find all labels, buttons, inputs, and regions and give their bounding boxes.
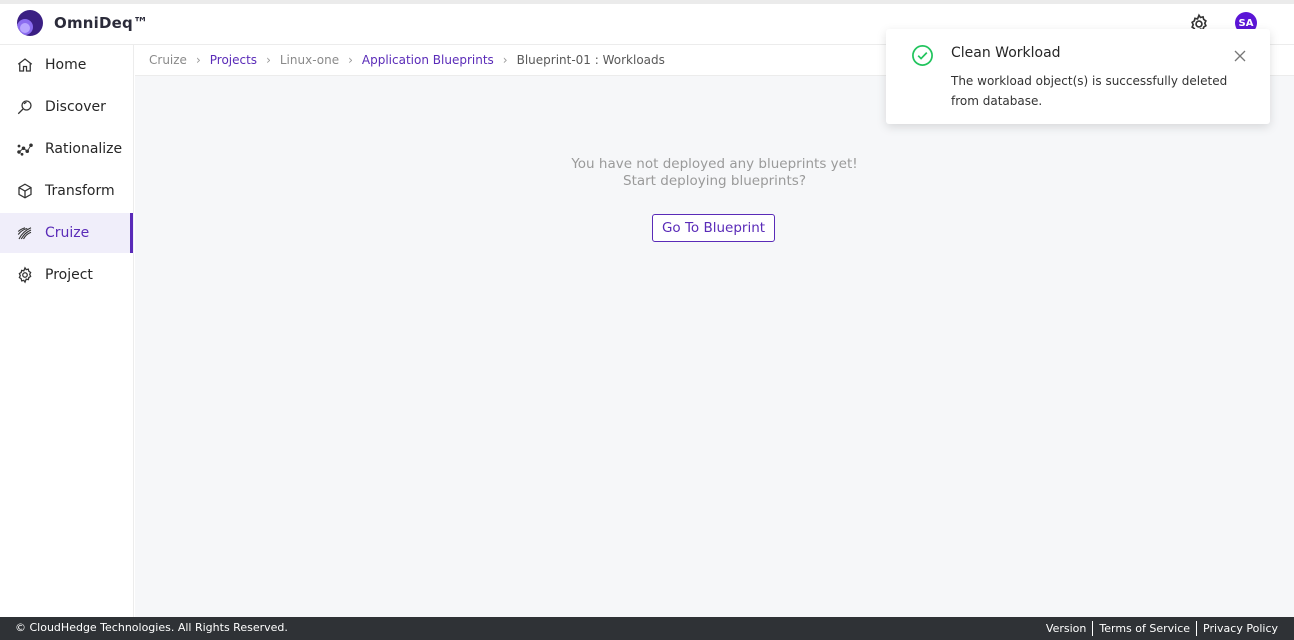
sidebar: Home Discover Rationalize Transform Crui… (0, 45, 134, 617)
footer-link-terms[interactable]: Terms of Service (1099, 622, 1190, 635)
main-content: Cruize › Projects › Linux-one › Applicat… (135, 45, 1294, 617)
sidebar-item-label: Project (45, 267, 93, 283)
breadcrumb-projects[interactable]: Projects (210, 53, 257, 67)
sidebar-item-transform[interactable]: Transform (0, 171, 134, 211)
breadcrumb-cruize[interactable]: Cruize (149, 53, 187, 67)
check-circle-icon (912, 45, 933, 66)
rationalize-icon (17, 143, 33, 156)
sidebar-item-home[interactable]: Home (0, 45, 134, 85)
empty-state-message: You have not deployed any blueprints yet… (135, 156, 1294, 190)
footer-link-privacy[interactable]: Privacy Policy (1203, 622, 1278, 635)
footer-divider (1092, 621, 1094, 636)
project-gear-icon (18, 266, 32, 284)
toast-message: The workload object(s) is successfully d… (951, 74, 1228, 108)
sidebar-item-cruize[interactable]: Cruize (0, 213, 134, 253)
breadcrumb-application-blueprints[interactable]: Application Blueprints (362, 53, 494, 67)
footer-link-version[interactable]: Version (1046, 622, 1086, 635)
cruize-icon (17, 227, 32, 240)
chevron-right-icon: › (266, 53, 271, 67)
brand-name: OmniDeq™ (54, 14, 149, 32)
breadcrumb-linux-one[interactable]: Linux-one (280, 53, 339, 67)
sidebar-item-rationalize[interactable]: Rationalize (0, 129, 134, 169)
go-to-blueprint-button[interactable]: Go To Blueprint (652, 214, 775, 242)
empty-state-line-2: Start deploying blueprints? (623, 173, 806, 189)
close-icon[interactable] (1233, 49, 1247, 63)
footer-copyright: © CloudHedge Technologies. All Rights Re… (15, 621, 288, 634)
sidebar-item-label: Rationalize (45, 141, 123, 157)
brand-logo[interactable] (17, 10, 43, 36)
chevron-right-icon: › (502, 53, 508, 67)
chevron-right-icon: › (348, 53, 353, 67)
chevron-right-icon: › (195, 53, 201, 67)
discover-icon (17, 100, 32, 115)
toast-title: Clean Workload (951, 45, 1061, 61)
footer-divider (1196, 621, 1198, 636)
breadcrumb-current: Blueprint-01 : Workloads (516, 53, 665, 67)
home-icon (17, 58, 33, 72)
sidebar-item-project[interactable]: Project (0, 255, 134, 295)
empty-state-line-1: You have not deployed any blueprints yet… (571, 156, 858, 172)
sidebar-item-label: Discover (45, 99, 106, 115)
sidebar-item-label: Transform (45, 183, 115, 199)
sidebar-item-label: Cruize (45, 225, 90, 241)
footer: © CloudHedge Technologies. All Rights Re… (0, 617, 1294, 640)
footer-links: Version Terms of Service Privacy Policy (1046, 621, 1278, 636)
sidebar-item-discover[interactable]: Discover (0, 87, 134, 127)
sidebar-item-label: Home (45, 57, 87, 73)
success-toast: Clean Workload The workload object(s) is… (886, 29, 1270, 124)
transform-cube-icon (18, 183, 32, 199)
